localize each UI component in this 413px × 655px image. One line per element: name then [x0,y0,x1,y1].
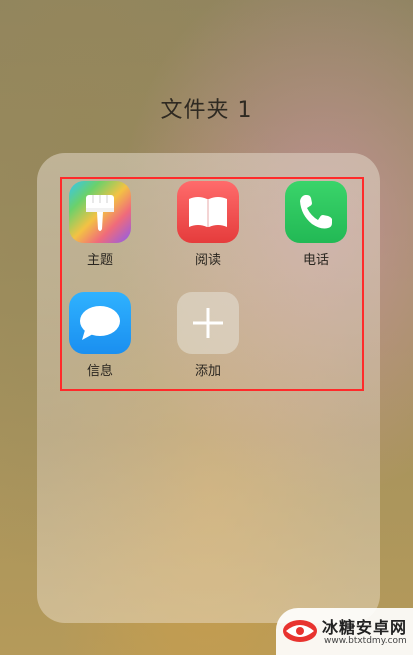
app-label: 主题 [86,253,113,268]
app-read[interactable]: 阅读 [168,181,248,268]
app-label: 信息 [86,364,113,379]
phone-icon[interactable] [285,181,347,243]
app-messages[interactable]: 信息 [60,292,140,379]
folder-title[interactable]: 文件夹 1 [0,92,413,124]
plus-icon[interactable] [177,292,239,354]
app-label: 添加 [194,364,221,379]
home-screen: 文件夹 1 主题 阅读 电话 信息 添加 冰糖安卓网 www.btxtdmy.c… [0,0,413,655]
watermark-name: 冰糖安卓网 [322,618,408,637]
paintbrush-icon[interactable] [69,181,131,243]
watermark: 冰糖安卓网 www.btxtdmy.com [276,608,413,655]
app-label: 阅读 [194,253,221,268]
add-app-button[interactable]: 添加 [168,292,248,379]
book-icon[interactable] [177,181,239,243]
watermark-url: www.btxtdmy.com [324,636,407,646]
watermark-logo-icon [283,620,317,642]
message-bubble-icon[interactable] [69,292,131,354]
app-label: 电话 [302,253,329,268]
app-theme[interactable]: 主题 [60,181,140,268]
app-phone[interactable]: 电话 [276,181,356,268]
